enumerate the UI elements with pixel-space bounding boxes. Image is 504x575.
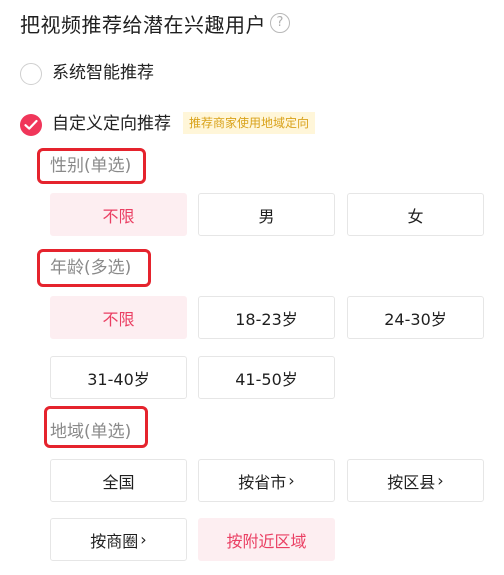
- chip-gender-unlimited[interactable]: 不限: [50, 193, 187, 236]
- chevron-right-icon: ›: [288, 471, 295, 490]
- help-icon[interactable]: ?: [270, 13, 290, 33]
- option-label-custom[interactable]: 自定义定向推荐: [52, 112, 171, 136]
- chip-region-district[interactable]: 按区县 ›: [347, 459, 484, 502]
- chip-region-nearby[interactable]: 按附近区域: [198, 518, 335, 561]
- chip-gender-female[interactable]: 女: [347, 193, 484, 236]
- chip-label: 不限: [102, 206, 135, 226]
- chip-age-41-50[interactable]: 41-50岁: [198, 356, 335, 399]
- chip-age-24-30[interactable]: 24-30岁: [347, 296, 484, 339]
- chip-region-province-city[interactable]: 按省市 ›: [198, 459, 335, 502]
- section-label-gender: 性别(单选): [50, 156, 132, 176]
- chip-region-nationwide[interactable]: 全国: [50, 459, 187, 502]
- chip-label: 按区县: [387, 472, 436, 492]
- chip-age-18-23[interactable]: 18-23岁: [198, 296, 335, 339]
- chip-label: 18-23岁: [235, 309, 298, 329]
- chip-label: 按附近区域: [226, 531, 307, 551]
- chip-label: 全国: [102, 472, 135, 492]
- chip-label: 男: [258, 206, 275, 226]
- chevron-right-icon: ›: [140, 530, 147, 549]
- chip-region-business-district[interactable]: 按商圈 ›: [50, 518, 187, 561]
- recommend-tag: 推荐商家使用地域定向: [183, 112, 316, 134]
- section-label-region: 地域(单选): [50, 422, 132, 442]
- section-label-age: 年龄(多选): [50, 258, 132, 278]
- chip-label: 41-50岁: [235, 369, 298, 389]
- chip-label: 24-30岁: [384, 309, 447, 329]
- chip-label: 女: [407, 206, 424, 226]
- option-label-system[interactable]: 系统智能推荐: [52, 61, 154, 85]
- chip-age-31-40[interactable]: 31-40岁: [50, 356, 187, 399]
- page-title: 把视频推荐给潜在兴趣用户: [20, 13, 266, 37]
- chip-age-unlimited[interactable]: 不限: [50, 296, 187, 339]
- chip-label: 按省市: [238, 472, 287, 492]
- chip-gender-male[interactable]: 男: [198, 193, 335, 236]
- radio-custom-recommend[interactable]: [20, 114, 42, 136]
- chip-label: 按商圈: [90, 531, 139, 551]
- check-icon: [24, 119, 38, 130]
- radio-system-recommend[interactable]: [20, 63, 42, 85]
- chip-label: 不限: [102, 309, 135, 329]
- chip-label: 31-40岁: [87, 369, 150, 389]
- chevron-right-icon: ›: [437, 471, 444, 490]
